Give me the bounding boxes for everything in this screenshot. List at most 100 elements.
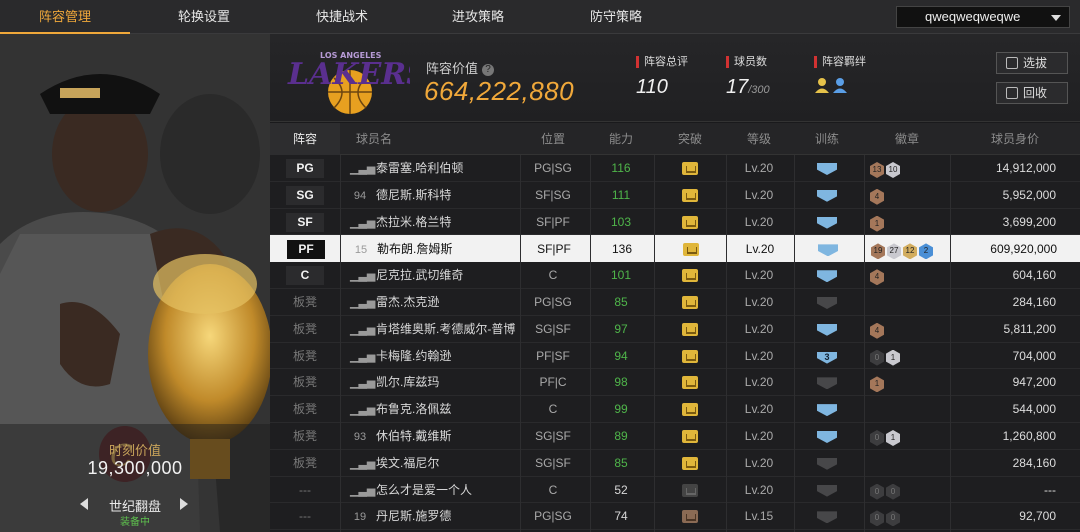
breakthrough-cell xyxy=(654,450,726,476)
crown-icon xyxy=(682,376,698,390)
tab-lineup-management[interactable]: 阵容管理 xyxy=(0,0,130,34)
slot-cell: 板凳 xyxy=(270,369,340,395)
player-value: 609,920,000 xyxy=(990,242,1057,257)
arrow-right-icon[interactable] xyxy=(180,498,188,510)
table-header: 阵容 球员名 位置 能力 突破 等级 训练 徽章 球员身价 xyxy=(270,123,1080,155)
crown-icon xyxy=(682,403,698,417)
pick-button[interactable]: 选拔 xyxy=(996,52,1068,74)
badges-cell: 00 xyxy=(866,477,956,503)
jersey-number: 15 xyxy=(354,244,368,257)
tab-defense-strategy[interactable]: 防守策略 xyxy=(552,0,680,34)
ability: 52 xyxy=(614,482,628,497)
ability: 101 xyxy=(610,268,632,283)
col-breakthrough[interactable]: 突破 xyxy=(654,123,726,155)
col-level[interactable]: 等级 xyxy=(726,123,792,155)
table-row[interactable]: SF ▁▃▅ 杰拉米.格兰特 SF|PF 103 Lv.20 1 3,699,2… xyxy=(270,209,1080,236)
badges-cell xyxy=(866,396,956,422)
table-row[interactable]: 板凳 93 休伯特.戴维斯 SG|SF 89 Lv.20 01 1,260,80… xyxy=(270,423,1080,450)
table-row[interactable]: 板凳 ▁▃▅ 肯塔维奥斯.考德威尔-普博 SG|SF 97 Lv.20 4 5,… xyxy=(270,316,1080,343)
tab-quick-tactics[interactable]: 快捷战术 xyxy=(278,0,406,34)
col-ability[interactable]: 能力 xyxy=(590,123,652,155)
stat-bond: 阵容羁绊 xyxy=(814,56,866,99)
column-divider xyxy=(340,155,341,532)
slot-cell: 板凳 xyxy=(270,289,340,315)
level: Lv.20 xyxy=(744,402,774,417)
top-nav: 阵容管理 轮换设置 快捷战术 进攻策略 防守策略 qweqweqweqwe xyxy=(0,0,1080,34)
recycle-button[interactable]: 回收 xyxy=(996,82,1068,104)
ability: 74 xyxy=(614,509,628,524)
training-cell xyxy=(794,182,860,208)
column-divider xyxy=(726,155,727,532)
slot-tag: PG xyxy=(286,159,324,178)
player-name: 卡梅隆.约翰逊 xyxy=(376,348,452,363)
table-row[interactable]: 板凳 ▁▃▅ 雷杰.杰克逊 PG|SG 85 Lv.20 284,160 xyxy=(270,289,1080,316)
column-divider xyxy=(654,155,655,532)
training-cell xyxy=(794,289,860,315)
col-training[interactable]: 训练 xyxy=(794,123,860,155)
shield-icon xyxy=(817,189,837,202)
signal-icon: ▁▃▅ xyxy=(350,216,376,229)
bond-icons[interactable] xyxy=(814,76,866,99)
arrow-left-icon[interactable] xyxy=(80,498,88,510)
bond-icon xyxy=(815,78,847,93)
badge-icon: 1 xyxy=(886,349,900,366)
account-dropdown[interactable]: qweqweqweqwe xyxy=(896,6,1070,28)
shield-icon xyxy=(817,377,837,390)
player-name: 肯塔维奥斯.考德威尔-普博 xyxy=(376,321,516,336)
player-value: 284,160 xyxy=(1012,294,1056,309)
breakthrough-cell xyxy=(654,503,726,529)
lineup-header: LOS ANGELES LAKERS 阵容价值? 664,222,880 阵容总… xyxy=(270,34,1080,122)
number-cell: ▁▃▅ xyxy=(350,477,375,503)
table-row[interactable]: 板凳 ▁▃▅ 布鲁克.洛佩兹 C 99 Lv.20 544,000 xyxy=(270,396,1080,423)
col-slot[interactable]: 阵容 xyxy=(270,123,340,155)
training-cell xyxy=(794,262,860,288)
table-row[interactable]: PF 15 勒布朗.詹姆斯 SF|PF 136 Lv.20 19 27 12 2 60… xyxy=(270,235,1080,263)
col-badges[interactable]: 徽章 xyxy=(864,123,950,155)
table-row[interactable]: PG ▁▃▅ 泰雷塞.哈利伯顿 PG|SG 116 Lv.20 13 10 14,… xyxy=(270,155,1080,182)
help-icon[interactable]: ? xyxy=(482,64,495,76)
jersey-number: 19 xyxy=(353,511,367,524)
crown-icon xyxy=(683,243,699,257)
badge-icon: 0 xyxy=(870,483,884,500)
slot-bench: 板凳 xyxy=(292,428,317,443)
table-row[interactable]: 板凳 ▁▃▅ 卡梅隆.约翰逊 PF|SF 94 Lv.20 3 01 704,0… xyxy=(270,343,1080,370)
level: Lv.15 xyxy=(744,509,774,524)
col-position[interactable]: 位置 xyxy=(520,123,586,155)
jersey-number: 93 xyxy=(353,430,367,443)
table-row[interactable]: SG 94 德尼斯.斯科特 SF|SG 111 Lv.20 4 5,952,00… xyxy=(270,182,1080,209)
crown-icon xyxy=(682,322,698,336)
breakthrough-cell xyxy=(654,477,726,503)
training-cell: 3 xyxy=(794,343,860,369)
col-player-value[interactable]: 球员身价 xyxy=(960,123,1070,155)
number-cell: ▁▃▅ xyxy=(350,369,375,395)
card-name: 世纪翻盘 xyxy=(108,499,161,514)
table-row[interactable]: --- 19 丹尼斯.施罗德 PG|SG 74 Lv.15 00 92,700 xyxy=(270,503,1080,531)
table-body: PG ▁▃▅ 泰雷塞.哈利伯顿 PG|SG 116 Lv.20 13 10 14,… xyxy=(270,155,1080,531)
slot-cell: PG xyxy=(270,155,340,181)
slot-bench: 板凳 xyxy=(292,294,317,309)
slot-tag: SF xyxy=(286,212,324,232)
shield-icon xyxy=(818,244,838,257)
table-row[interactable]: --- ▁▃▅ 怎么才是爱一个人 C 52 Lv.20 00 --- xyxy=(270,477,1080,504)
table-row[interactable]: 板凳 ▁▃▅ 凯尔.库兹玛 PF|C 98 Lv.20 1 947,200 xyxy=(270,369,1080,397)
shield-icon xyxy=(817,296,837,309)
player-value: 947,200 xyxy=(1012,375,1056,390)
tab-offense-strategy[interactable]: 进攻策略 xyxy=(414,0,542,34)
player-moment-card[interactable]: CLOROX C 时刻价值 19,300,000 世纪翻盘 装备中 xyxy=(0,34,270,532)
chevron-down-icon xyxy=(1051,15,1061,21)
recycle-button-label: 回收 xyxy=(1023,86,1048,100)
col-name[interactable]: 球员名 xyxy=(344,123,404,155)
slot-tag: C xyxy=(286,266,324,286)
training-cell xyxy=(794,155,860,181)
number-cell: ▁▃▅ xyxy=(350,289,375,315)
position: SF|SG xyxy=(535,187,571,202)
badges-cell: 13 10 xyxy=(866,155,956,181)
table-row[interactable]: C ▁▃▅ 尼克拉.武切维奇 C 101 Lv.20 4 604,160 xyxy=(270,262,1080,289)
shield-icon xyxy=(817,404,837,417)
roster-table: 阵容 球员名 位置 能力 突破 等级 训练 徽章 球员身价 PG ▁▃▅ 泰雷塞… xyxy=(270,123,1080,532)
position: C xyxy=(548,482,558,497)
table-row[interactable]: 板凳 ▁▃▅ 埃文.福尼尔 SG|SF 85 Lv.20 284,160 xyxy=(270,450,1080,477)
position: SG|SF xyxy=(535,321,571,336)
tab-rotation-settings[interactable]: 轮换设置 xyxy=(140,0,268,34)
player-name: 勒布朗.詹姆斯 xyxy=(377,242,453,257)
